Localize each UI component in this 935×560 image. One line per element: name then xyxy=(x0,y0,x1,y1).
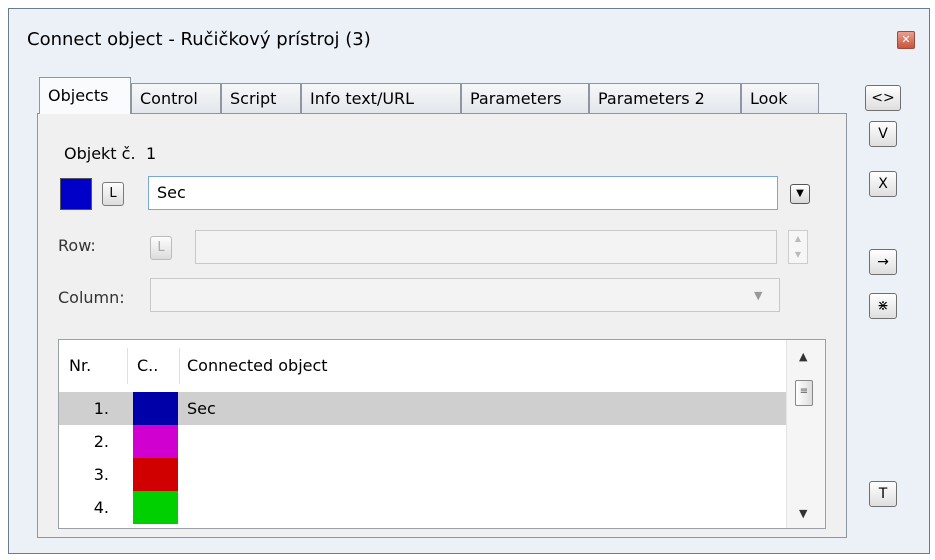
v-button[interactable]: V xyxy=(869,121,897,147)
table-row[interactable]: 1. Sec xyxy=(59,392,787,425)
object-name-input[interactable]: Sec xyxy=(148,176,778,210)
tab-objects[interactable]: Objects xyxy=(39,77,131,114)
object-number-value: 1 xyxy=(146,144,157,163)
row-number: 1. xyxy=(93,399,109,418)
row-l-button[interactable]: L xyxy=(150,236,172,260)
objects-panel: Objekt č. 1 L Sec ▼ Row: L ▲ ▼ Column: ▼… xyxy=(37,113,847,538)
row-label: Row: xyxy=(58,236,96,255)
row-color-swatch[interactable] xyxy=(133,392,178,425)
row-color-swatch[interactable] xyxy=(133,491,178,524)
row-input[interactable] xyxy=(195,230,777,264)
object-color-swatch[interactable] xyxy=(60,178,92,210)
spin-down-icon[interactable]: ▼ xyxy=(789,247,807,263)
column-label: Column: xyxy=(58,288,125,307)
row-object-name: Sec xyxy=(187,399,216,418)
tab-parameters[interactable]: Parameters xyxy=(461,83,589,113)
window-title: Connect object - Ručičkový prístroj (3) xyxy=(27,29,371,50)
table-row[interactable]: 3. xyxy=(59,458,787,491)
x-button[interactable]: X xyxy=(869,171,897,197)
table-scrollbar[interactable]: ▲ ≡ ▼ xyxy=(786,340,825,528)
tab-control[interactable]: Control xyxy=(131,83,221,113)
row-spinner[interactable]: ▲ ▼ xyxy=(788,230,808,264)
column-chevron-down-icon[interactable]: ▼ xyxy=(754,289,762,302)
row-color-swatch[interactable] xyxy=(133,425,178,458)
table-row[interactable]: 4. xyxy=(59,491,787,524)
t-button[interactable]: T xyxy=(869,481,897,507)
tab-script[interactable]: Script xyxy=(221,83,301,113)
row-number: 3. xyxy=(93,465,109,484)
dialog-window: Connect object - Ručičkový prístroj (3) … xyxy=(8,8,930,554)
row-color-swatch[interactable] xyxy=(133,458,178,491)
arrow-right-icon[interactable]: → xyxy=(869,249,897,275)
column-divider xyxy=(127,348,128,384)
tab-info-text-url[interactable]: Info text/URL xyxy=(301,83,461,113)
tab-parameters-2[interactable]: Parameters 2 xyxy=(589,83,741,113)
column-select[interactable] xyxy=(150,278,780,312)
col-header-connected-object[interactable]: Connected object xyxy=(187,340,328,392)
col-header-color[interactable]: C.. xyxy=(137,340,158,392)
scroll-thumb[interactable]: ≡ xyxy=(795,380,813,406)
scroll-down-icon[interactable]: ▼ xyxy=(799,507,807,520)
split-icon[interactable]: ⋇ xyxy=(869,293,897,319)
object-l-button[interactable]: L xyxy=(102,182,124,206)
row-number: 2. xyxy=(93,432,109,451)
close-icon[interactable]: ✕ xyxy=(897,31,915,49)
spin-up-icon[interactable]: ▲ xyxy=(789,231,807,247)
chevron-down-icon[interactable]: ▼ xyxy=(790,184,810,204)
swap-button[interactable]: <> xyxy=(865,85,901,111)
row-number: 4. xyxy=(93,498,109,517)
scroll-up-icon[interactable]: ▲ xyxy=(799,350,807,363)
column-divider xyxy=(179,348,180,384)
table-row[interactable]: 2. xyxy=(59,425,787,458)
connected-objects-table: Nr. C.. Connected object 1. Sec 2. 3. 4.… xyxy=(58,339,826,529)
tab-look[interactable]: Look xyxy=(741,83,819,113)
title-bar: Connect object - Ručičkový prístroj (3) … xyxy=(9,9,929,67)
col-header-nr[interactable]: Nr. xyxy=(69,340,91,392)
object-number-label: Objekt č. xyxy=(64,144,136,163)
